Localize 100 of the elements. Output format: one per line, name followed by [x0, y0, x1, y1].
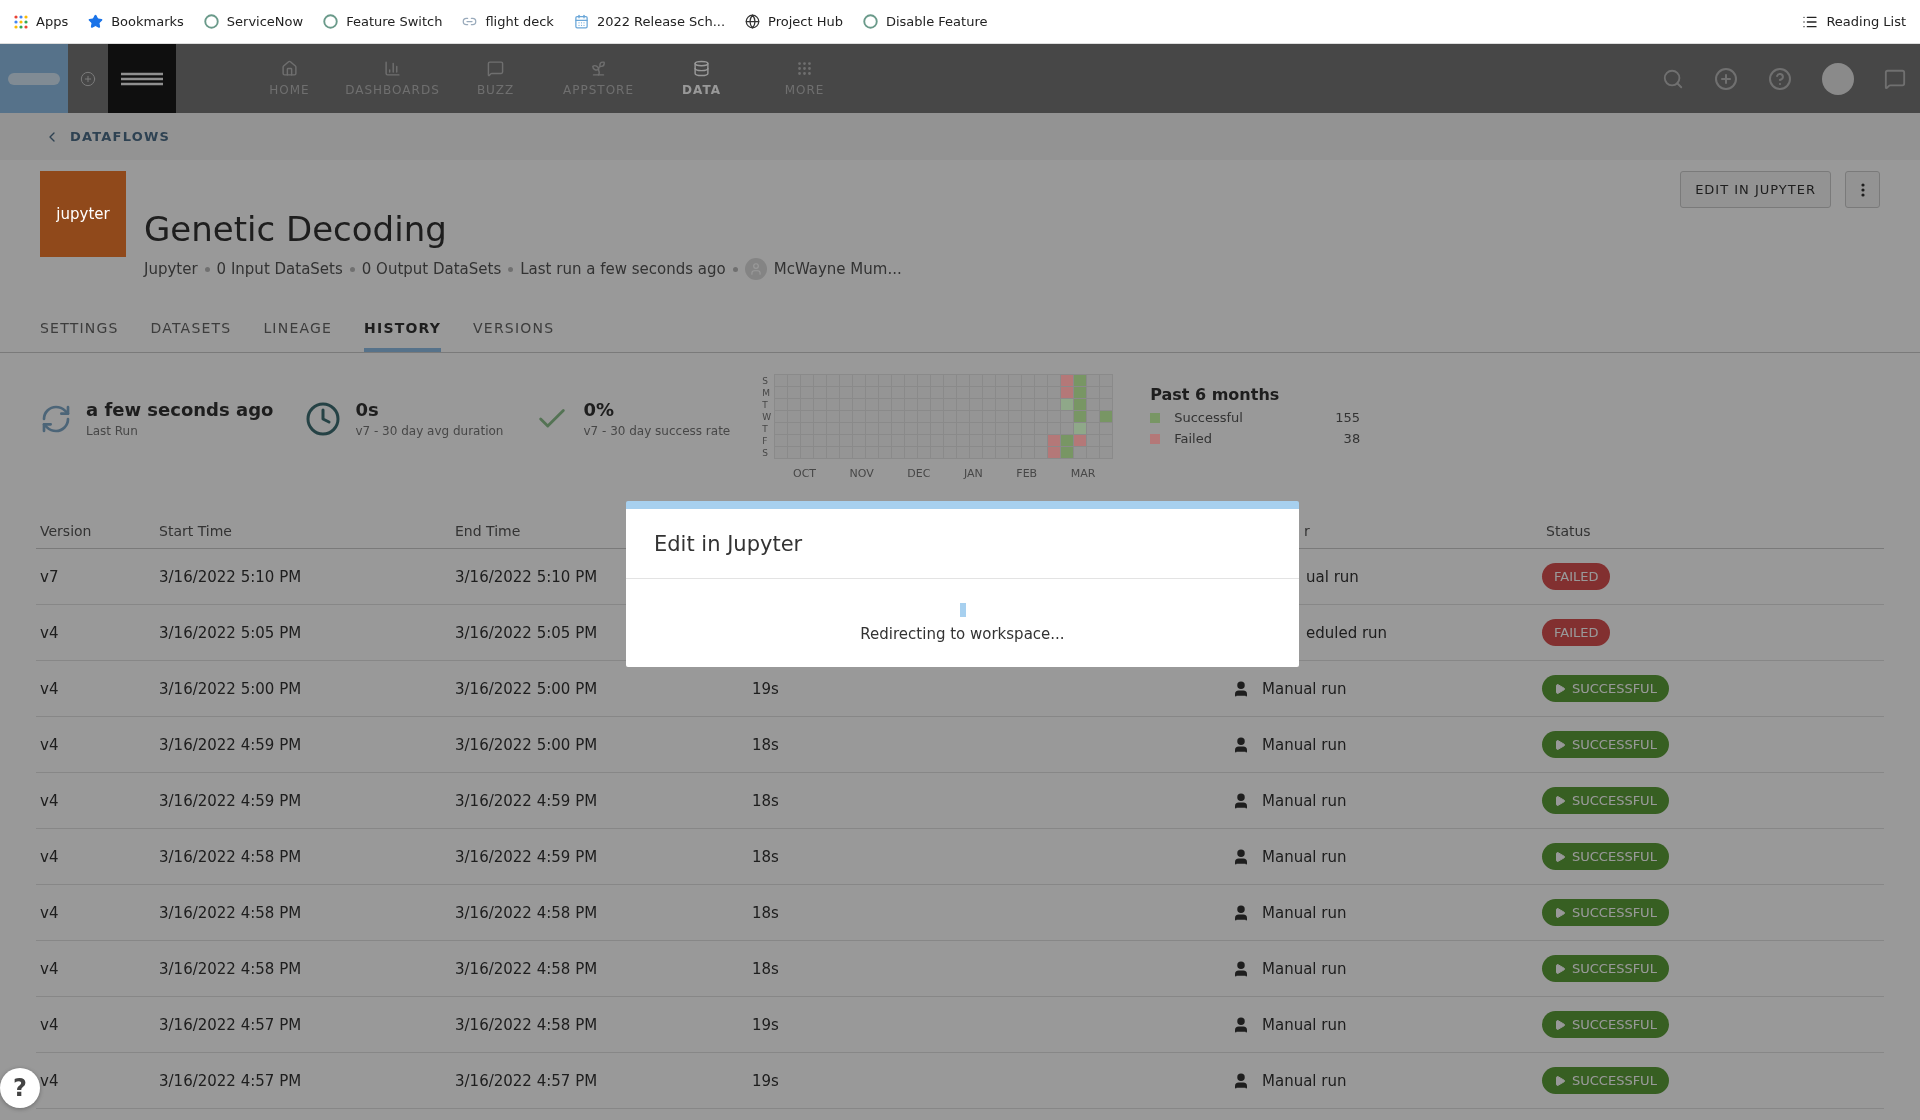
version-cell-text: v4 — [39, 847, 60, 866]
duration-cell-text: 18s — [751, 791, 780, 810]
tab[interactable]: HISTORY — [364, 320, 442, 353]
stat-value: 0% — [583, 399, 615, 421]
bookmark-link[interactable]: Project Hub — [745, 14, 843, 29]
end-time-cell-text: 3/16/2022 5:10 PM — [454, 567, 599, 586]
end-time-cell-text: 3/16/2022 4:58 PM — [454, 903, 599, 922]
bookmark-link[interactable]: Disable Feature — [862, 14, 988, 29]
version-cell-text: v4 — [39, 1015, 60, 1034]
page-title: Genetic Decoding — [144, 211, 448, 249]
stat-label: v7 - 30 day avg duration — [355, 424, 504, 439]
reading-list-link[interactable]: Reading List — [1802, 13, 1906, 30]
end-time-cell-text: 3/16/2022 5:00 PM — [454, 735, 599, 754]
duration-cell-text: 19s — [751, 1071, 780, 1090]
column-header: Version — [39, 522, 93, 539]
status-badge: SUCCESSFUL — [1542, 955, 1669, 983]
person-icon — [1232, 679, 1250, 698]
month-label: DEC — [907, 467, 931, 481]
play-icon — [1554, 850, 1566, 863]
search-icon[interactable] — [1662, 67, 1684, 90]
home-icon — [281, 60, 298, 77]
person-icon — [1232, 959, 1250, 978]
legend-label: Failed — [1174, 431, 1213, 447]
start-time-cell-text: 3/16/2022 4:58 PM — [158, 847, 303, 866]
plus-icon — [80, 70, 96, 87]
bookmark-link[interactable]: flight deck — [462, 14, 554, 29]
legend-title: Past 6 months — [1150, 385, 1281, 405]
person-icon — [1232, 1015, 1250, 1034]
version-cell-text: v4 — [39, 623, 60, 642]
start-time-cell-text: 3/16/2022 4:59 PM — [158, 735, 303, 754]
globe-icon — [745, 14, 761, 29]
database-icon — [693, 60, 710, 77]
month-label: JAN — [964, 467, 983, 481]
version-cell-text: v4 — [39, 735, 60, 754]
sprout-icon — [590, 60, 607, 77]
end-time-cell-text: 3/16/2022 5:00 PM — [454, 679, 599, 698]
play-icon — [1554, 906, 1566, 919]
day-label: T — [762, 423, 769, 436]
bookmark-link[interactable]: Feature Switch — [323, 14, 443, 29]
trigger-cell: Manual run — [1262, 735, 1347, 754]
version-cell-text: v4 — [39, 679, 60, 698]
add-icon[interactable] — [1714, 66, 1738, 91]
tab[interactable]: DATASETS — [150, 320, 232, 353]
start-time-cell-text: 3/16/2022 5:00 PM — [158, 679, 303, 698]
status-badge: FAILED — [1542, 563, 1611, 591]
trigger-cell: Manual run — [1262, 791, 1347, 810]
duration-cell-text: 18s — [751, 847, 780, 866]
status-badge: SUCCESSFUL — [1542, 843, 1669, 871]
end-time-cell-text: 3/16/2022 4:59 PM — [454, 791, 599, 810]
avatar[interactable] — [1822, 62, 1854, 95]
day-label: W — [762, 411, 772, 424]
day-label: F — [762, 435, 769, 448]
end-time-cell-text: 3/16/2022 4:59 PM — [454, 847, 599, 866]
day-label: T — [762, 399, 769, 412]
status-badge: SUCCESSFUL — [1542, 1011, 1669, 1039]
chart-icon — [384, 60, 401, 77]
column-header: Status — [1545, 522, 1592, 539]
edit-button[interactable]: EDIT IN JUPYTER — [1680, 171, 1831, 208]
help-button[interactable]: ? — [0, 1068, 40, 1108]
more-button[interactable] — [1845, 171, 1880, 208]
chat-icon[interactable] — [1884, 67, 1906, 90]
nav-item[interactable]: DATA — [650, 44, 753, 113]
trigger-cell: Manual run — [1262, 959, 1347, 978]
status-badge: SUCCESSFUL — [1542, 899, 1669, 927]
day-label: S — [762, 447, 769, 460]
duration-cell-text: 19s — [751, 1015, 780, 1034]
clock-icon — [305, 400, 342, 437]
meta-text: Last run a few seconds ago — [520, 260, 726, 279]
day-label: M — [762, 387, 771, 400]
tab[interactable]: SETTINGS — [40, 320, 119, 353]
start-time-cell-text: 3/16/2022 4:58 PM — [158, 959, 303, 978]
tab[interactable]: VERSIONS — [473, 320, 555, 353]
trigger-cell: Manual run — [1262, 847, 1347, 866]
start-time-cell-text: 3/16/2022 4:57 PM — [158, 1015, 303, 1034]
meta-text: 0 Input DataSets — [216, 260, 343, 279]
version-cell-text: v4 — [39, 791, 60, 810]
play-icon — [1554, 738, 1566, 751]
end-time-cell-text: 3/16/2022 4:57 PM — [454, 1071, 599, 1090]
start-time-cell-text: 3/16/2022 4:57 PM — [158, 1071, 303, 1090]
bookmark-link[interactable]: ServiceNow — [203, 14, 304, 29]
star-icon — [88, 14, 104, 29]
logo-text: jupyter — [56, 205, 110, 223]
breadcrumb-link[interactable]: DATAFLOWS — [70, 129, 171, 144]
bookmark-link[interactable]: 2022 Release Sch... — [573, 14, 726, 29]
start-time-cell-text: 3/16/2022 5:10 PM — [158, 567, 303, 586]
person-icon — [1232, 791, 1250, 810]
help-icon[interactable] — [1768, 66, 1792, 91]
month-label: MAR — [1070, 467, 1096, 481]
month-label: NOV — [849, 467, 874, 481]
end-time-cell-text: 3/16/2022 4:58 PM — [454, 959, 599, 978]
start-time-cell-text: 3/16/2022 4:59 PM — [158, 791, 303, 810]
calendar-icon — [573, 14, 589, 29]
column-header: r — [1303, 522, 1311, 539]
trigger-cell: Manual run — [1262, 679, 1347, 698]
legend-count: 155 — [1335, 410, 1361, 426]
bookmark-link[interactable]: Apps — [14, 14, 69, 29]
tab[interactable]: LINEAGE — [263, 320, 333, 353]
play-icon — [1554, 682, 1566, 695]
loading-spinner — [959, 603, 966, 617]
bookmark-link[interactable]: Bookmarks — [88, 14, 184, 29]
